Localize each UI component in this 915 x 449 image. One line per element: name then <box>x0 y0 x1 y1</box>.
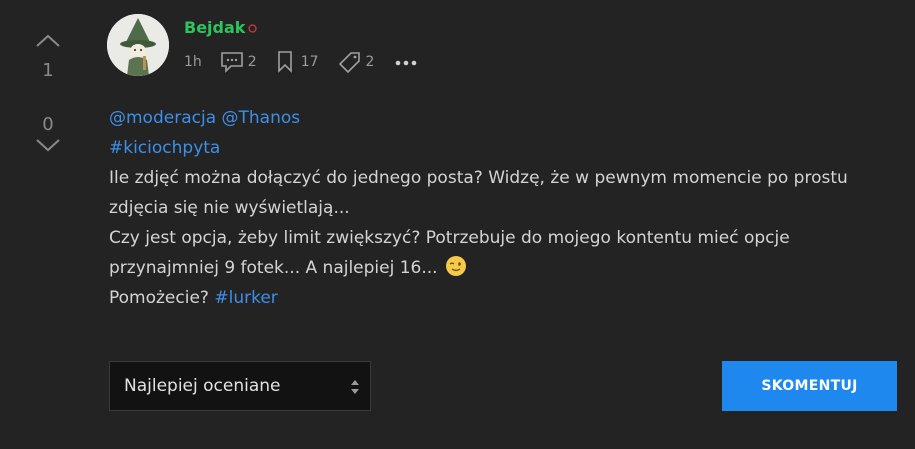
account-badge-icon <box>248 24 257 33</box>
avatar[interactable] <box>107 14 169 76</box>
post-text-line-with-emoji: przynajmniej 9 fotek... A najlepiej 16..… <box>109 253 899 283</box>
favorite-button[interactable]: 17 <box>277 51 339 73</box>
hashtag-link-lurker[interactable]: #lurker <box>214 288 277 308</box>
upvote-count: 1 <box>42 60 54 81</box>
post-time: 1h <box>184 54 202 70</box>
author-username[interactable]: Bejdak <box>184 18 245 37</box>
more-dots-icon <box>396 60 417 66</box>
mentions-line: @moderacja @Thanos <box>109 103 899 133</box>
sort-select[interactable]: Najlepiej oceniane <box>109 361 371 411</box>
post-text-line: Czy jest opcja, żeby limit zwiększyć? Po… <box>109 228 790 248</box>
select-arrows-icon <box>351 380 359 394</box>
comments-count: 2 <box>247 54 257 70</box>
post-text-line: Pomożecie? <box>109 288 209 308</box>
downvote-chevron-icon[interactable] <box>33 136 63 156</box>
vote-column: 1 0 <box>30 30 66 156</box>
hashtag-line: #kiciochpyta <box>109 133 899 163</box>
downvote-count: 0 <box>42 114 54 135</box>
tags-button[interactable]: 2 <box>338 51 395 73</box>
post-text-line: Ile zdjęć można dołączyć do jednego post… <box>109 168 848 188</box>
hashtag-link[interactable]: #kiciochpyta <box>109 138 220 158</box>
post-meta: 1h 2 17 2 <box>184 50 418 74</box>
post-text-line: zdjęcia się nie wyświetlają... <box>109 198 350 218</box>
mention-link-thanos[interactable]: @Thanos <box>222 108 301 128</box>
tag-icon <box>338 52 360 73</box>
upvote-chevron-icon[interactable] <box>33 30 63 50</box>
sort-selected-value: Najlepiej oceniane <box>124 376 281 396</box>
post-text-last-line: Pomożecie? #lurker <box>109 283 899 313</box>
post-text-line: przynajmniej 9 fotek... A najlepiej 16..… <box>109 258 438 278</box>
avatar-character-icon <box>107 14 169 76</box>
wink-emoji-icon <box>446 256 466 276</box>
tags-count: 2 <box>365 54 375 70</box>
more-options-button[interactable] <box>394 51 418 73</box>
comment-bubble-icon <box>220 52 243 73</box>
bookmark-icon <box>277 51 292 73</box>
mention-link-moderacja[interactable]: @moderacja <box>109 108 216 128</box>
comment-button[interactable]: SKOMENTUJ <box>722 361 897 411</box>
post-content: @moderacja @Thanos #kiciochpyta Ile zdję… <box>109 103 899 313</box>
favorites-count: 17 <box>300 54 319 70</box>
comments-link[interactable]: 2 <box>220 51 277 73</box>
